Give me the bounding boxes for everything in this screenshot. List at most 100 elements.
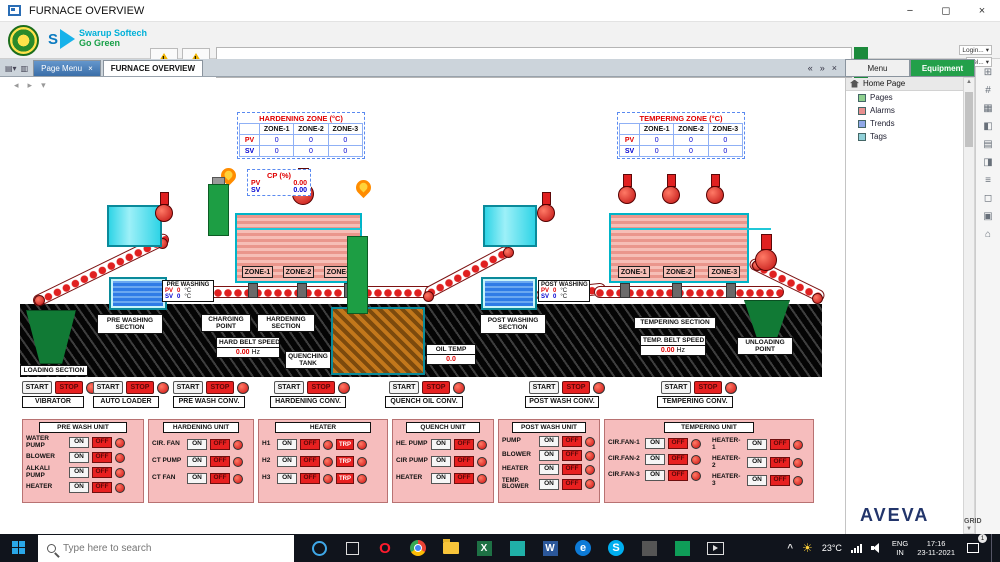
off-button[interactable]: OFF bbox=[562, 478, 582, 490]
language-indicator[interactable]: ENG IN bbox=[892, 539, 908, 558]
stop-button[interactable]: STOP bbox=[422, 381, 450, 394]
off-button[interactable]: OFF bbox=[92, 437, 112, 448]
trip-button[interactable]: TRP bbox=[336, 439, 354, 450]
start-button[interactable] bbox=[0, 534, 38, 562]
file-explorer-icon[interactable] bbox=[442, 539, 460, 557]
off-button[interactable]: OFF bbox=[454, 439, 474, 450]
off-button[interactable]: OFF bbox=[300, 473, 320, 484]
show-desktop-button[interactable] bbox=[991, 534, 995, 562]
on-button[interactable]: ON bbox=[539, 464, 559, 475]
sidebar-tab-menu[interactable]: Menu bbox=[845, 59, 910, 77]
hidden-icons-chevron[interactable]: ^ bbox=[787, 543, 793, 554]
sheets-icon[interactable] bbox=[673, 539, 691, 557]
on-button[interactable]: ON bbox=[187, 456, 207, 467]
on-button[interactable]: ON bbox=[747, 439, 767, 450]
off-button[interactable]: OFF bbox=[92, 482, 112, 493]
weather-temp[interactable]: 23°C bbox=[822, 543, 842, 553]
rail-icon[interactable]: ▣ bbox=[983, 211, 992, 222]
rail-icon[interactable]: ≡ bbox=[985, 175, 991, 186]
rail-icon[interactable]: ◧ bbox=[983, 121, 992, 132]
sidebar-item-home[interactable]: Home Page bbox=[846, 77, 963, 91]
tab-page-menu[interactable]: Page Menu × bbox=[33, 60, 101, 76]
off-button[interactable]: OFF bbox=[668, 438, 688, 449]
off-button[interactable]: OFF bbox=[210, 439, 230, 450]
media-player-icon[interactable] bbox=[706, 539, 724, 557]
on-button[interactable]: ON bbox=[187, 439, 207, 450]
on-button[interactable]: ON bbox=[431, 473, 451, 484]
opera-icon[interactable]: O bbox=[376, 539, 394, 557]
edge-icon[interactable]: e bbox=[574, 539, 592, 557]
scroll-tabs-right-icon[interactable]: » bbox=[820, 63, 825, 73]
excel-icon[interactable]: X bbox=[475, 539, 493, 557]
documents-icon[interactable]: ▥ bbox=[21, 64, 29, 73]
rail-icon[interactable]: ▤ bbox=[983, 139, 992, 150]
stop-button[interactable]: STOP bbox=[694, 381, 722, 394]
scroll-up-icon[interactable]: ▲ bbox=[964, 79, 974, 85]
minimize-button[interactable]: − bbox=[892, 0, 928, 22]
pages-menu-icon[interactable]: ▤▾ bbox=[5, 64, 17, 73]
on-button[interactable]: ON bbox=[69, 482, 89, 493]
off-button[interactable]: OFF bbox=[210, 456, 230, 467]
app-icon[interactable] bbox=[640, 539, 658, 557]
start-button[interactable]: START bbox=[22, 381, 52, 394]
chrome-icon[interactable] bbox=[409, 539, 427, 557]
stop-button[interactable]: STOP bbox=[307, 381, 335, 394]
action-center-icon[interactable]: 1 bbox=[964, 534, 987, 557]
on-button[interactable]: ON bbox=[277, 439, 297, 450]
off-button[interactable]: OFF bbox=[770, 439, 790, 450]
close-tabgroup-icon[interactable]: × bbox=[832, 63, 837, 73]
on-button[interactable]: ON bbox=[747, 457, 767, 468]
search-input[interactable] bbox=[63, 542, 263, 554]
login-dropdown[interactable]: Login... ▾ bbox=[959, 45, 992, 55]
task-view-icon[interactable] bbox=[343, 539, 361, 557]
volume-icon[interactable] bbox=[870, 542, 883, 554]
off-button[interactable]: OFF bbox=[454, 473, 474, 484]
refresh-icon[interactable]: ▾ bbox=[41, 80, 46, 91]
clock[interactable]: 17:16 23-11-2021 bbox=[917, 539, 955, 558]
off-button[interactable]: OFF bbox=[770, 475, 790, 486]
scroll-tabs-left-icon[interactable]: « bbox=[808, 63, 813, 73]
off-button[interactable]: OFF bbox=[92, 467, 112, 478]
app-icon[interactable] bbox=[508, 539, 526, 557]
sidebar-tab-equipment[interactable]: Equipment bbox=[910, 59, 975, 77]
on-button[interactable]: ON bbox=[645, 438, 665, 449]
rail-icon[interactable]: ◻ bbox=[984, 193, 992, 204]
trip-button[interactable]: TRP bbox=[336, 473, 354, 484]
on-button[interactable]: ON bbox=[539, 436, 559, 447]
off-button[interactable]: OFF bbox=[562, 450, 582, 461]
sidebar-item-trends[interactable]: Trends bbox=[846, 117, 963, 130]
trip-button[interactable]: TRP bbox=[336, 456, 354, 467]
off-button[interactable]: OFF bbox=[300, 456, 320, 467]
off-button[interactable]: OFF bbox=[770, 457, 790, 468]
rail-icon[interactable]: # bbox=[985, 85, 991, 96]
app-icon[interactable]: W bbox=[541, 539, 559, 557]
scroll-down-icon[interactable]: ▼ bbox=[964, 526, 974, 532]
skype-icon[interactable]: S bbox=[607, 539, 625, 557]
maximize-button[interactable]: ◻ bbox=[928, 0, 964, 22]
off-button[interactable]: OFF bbox=[668, 470, 688, 481]
sidebar-item-tags[interactable]: Tags bbox=[846, 130, 963, 143]
on-button[interactable]: ON bbox=[69, 437, 89, 448]
off-button[interactable]: OFF bbox=[300, 439, 320, 450]
off-button[interactable]: OFF bbox=[454, 456, 474, 467]
on-button[interactable]: ON bbox=[539, 450, 559, 461]
on-button[interactable]: ON bbox=[431, 456, 451, 467]
start-button[interactable]: START bbox=[529, 381, 559, 394]
on-button[interactable]: ON bbox=[277, 456, 297, 467]
rail-icon[interactable]: ⊞ bbox=[984, 67, 992, 78]
on-button[interactable]: ON bbox=[645, 454, 665, 465]
cortana-icon[interactable] bbox=[310, 539, 328, 557]
stop-button[interactable]: STOP bbox=[562, 381, 590, 394]
rail-icon[interactable]: ◨ bbox=[983, 157, 992, 168]
start-button[interactable]: START bbox=[173, 381, 203, 394]
on-button[interactable]: ON bbox=[645, 470, 665, 481]
on-button[interactable]: ON bbox=[539, 478, 559, 490]
close-button[interactable]: × bbox=[964, 0, 1000, 22]
network-icon[interactable] bbox=[850, 543, 862, 553]
stop-button[interactable]: STOP bbox=[206, 381, 234, 394]
on-button[interactable]: ON bbox=[69, 452, 89, 463]
start-button[interactable]: START bbox=[93, 381, 123, 394]
off-button[interactable]: OFF bbox=[562, 464, 582, 475]
on-button[interactable]: ON bbox=[431, 439, 451, 450]
stop-button[interactable]: STOP bbox=[55, 381, 83, 394]
